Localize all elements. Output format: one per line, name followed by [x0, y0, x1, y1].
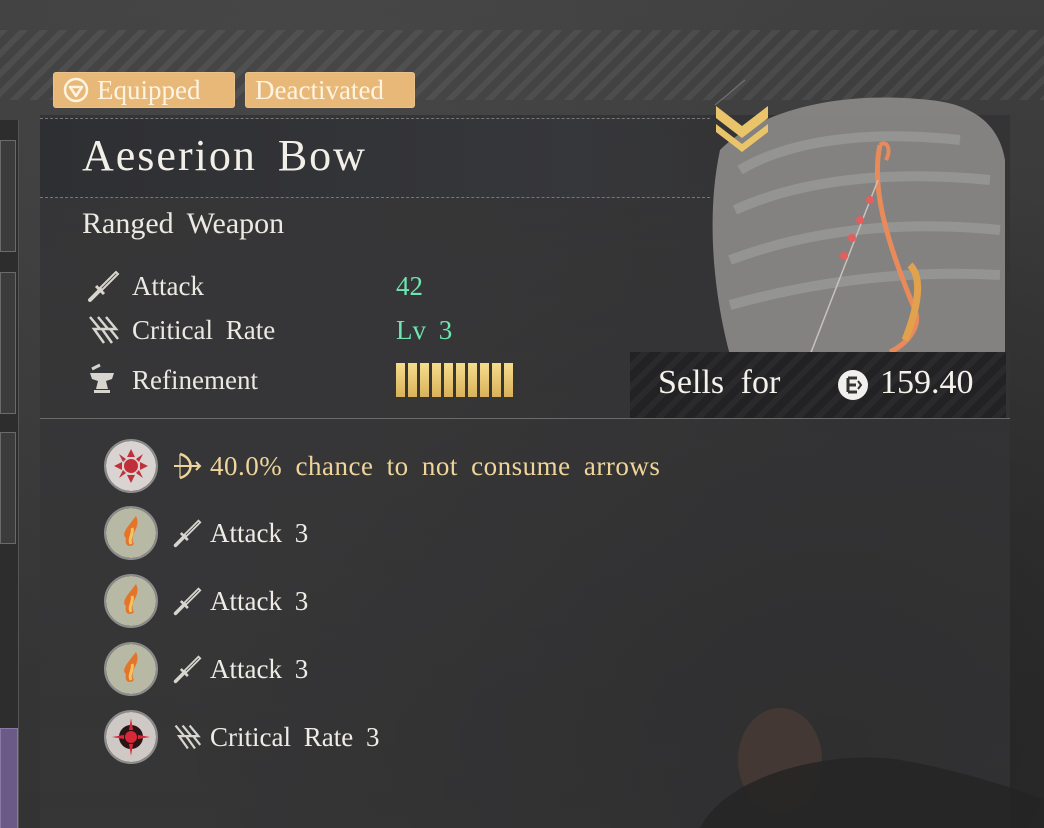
- refinement-bar: [456, 363, 465, 397]
- item-title: Aeserion Bow: [82, 131, 367, 180]
- rank-chevron-icon: [716, 106, 768, 152]
- bonus-row[interactable]: Attack 3: [104, 505, 308, 561]
- sword-icon: [172, 584, 206, 618]
- sword-icon: [86, 266, 126, 306]
- sells-for-label: Sells for: [658, 364, 781, 401]
- sell-price-value: 159.40: [880, 364, 974, 401]
- bonus-row[interactable]: 40.0% chance to not consume arrows: [104, 438, 660, 494]
- refinement-bar: [396, 363, 405, 397]
- left-inventory-slot-selected[interactable]: [0, 728, 18, 828]
- crimson-burst-orb-icon: [104, 710, 158, 764]
- refinement-bar: [408, 363, 417, 397]
- refinement-level-bars: [396, 363, 513, 397]
- left-inventory-slot[interactable]: [0, 272, 16, 414]
- refinement-bar: [432, 363, 441, 397]
- refinement-bar: [468, 363, 477, 397]
- flame-orb-icon: [104, 506, 158, 560]
- stat-row-attack: Attack 42: [86, 266, 423, 306]
- bonus-text: Attack 3: [210, 585, 309, 616]
- bonus-row[interactable]: Critical Rate 3: [104, 709, 379, 765]
- stat-label: Critical Rate: [132, 314, 276, 345]
- stat-row-critical-rate: Critical Rate Lv 3: [86, 310, 452, 350]
- stat-value: 42: [396, 270, 423, 301]
- coin-icon: [838, 370, 868, 400]
- bonus-text: 40.0% chance to not consume arrows: [210, 450, 661, 481]
- deactivated-tag: Deactivated: [245, 72, 415, 108]
- bonus-row[interactable]: Attack 3: [104, 573, 308, 629]
- bow-icon: [172, 449, 206, 483]
- bonus-row[interactable]: Attack 3: [104, 641, 308, 697]
- critical-claw-icon: [86, 310, 126, 350]
- critical-claw-icon: [172, 720, 206, 754]
- stat-row-refinement: Refinement: [86, 360, 513, 400]
- bonus-text: Attack 3: [210, 653, 309, 684]
- item-type: Ranged Weapon: [82, 207, 285, 240]
- sword-icon: [172, 652, 206, 686]
- left-inventory-slot[interactable]: [0, 432, 16, 544]
- bonus-text: Attack 3: [210, 517, 309, 548]
- refinement-bar: [420, 363, 429, 397]
- spiked-red-orb-icon: [104, 439, 158, 493]
- flame-orb-icon: [104, 574, 158, 628]
- refinement-bar: [480, 363, 489, 397]
- character-silhouette: [700, 708, 1044, 828]
- stat-label: Attack: [132, 270, 204, 301]
- item-tooltip-screen: Equipped Deactivated Aeserion Bow Ranged…: [0, 0, 1044, 828]
- bonus-text: Critical Rate 3: [210, 721, 380, 752]
- section-divider: [40, 418, 1010, 419]
- equipped-tag: Equipped: [53, 72, 235, 108]
- refinement-bar: [492, 363, 501, 397]
- stat-label: Refinement: [132, 364, 258, 395]
- equipped-icon: [63, 77, 89, 103]
- refinement-bar: [504, 363, 513, 397]
- flame-orb-icon: [104, 642, 158, 696]
- left-inventory-slot[interactable]: [0, 140, 16, 252]
- anvil-icon: [86, 360, 126, 400]
- refinement-bar: [444, 363, 453, 397]
- equipped-label: Equipped: [97, 75, 201, 105]
- sword-icon: [172, 516, 206, 550]
- stat-value: Lv 3: [396, 314, 453, 345]
